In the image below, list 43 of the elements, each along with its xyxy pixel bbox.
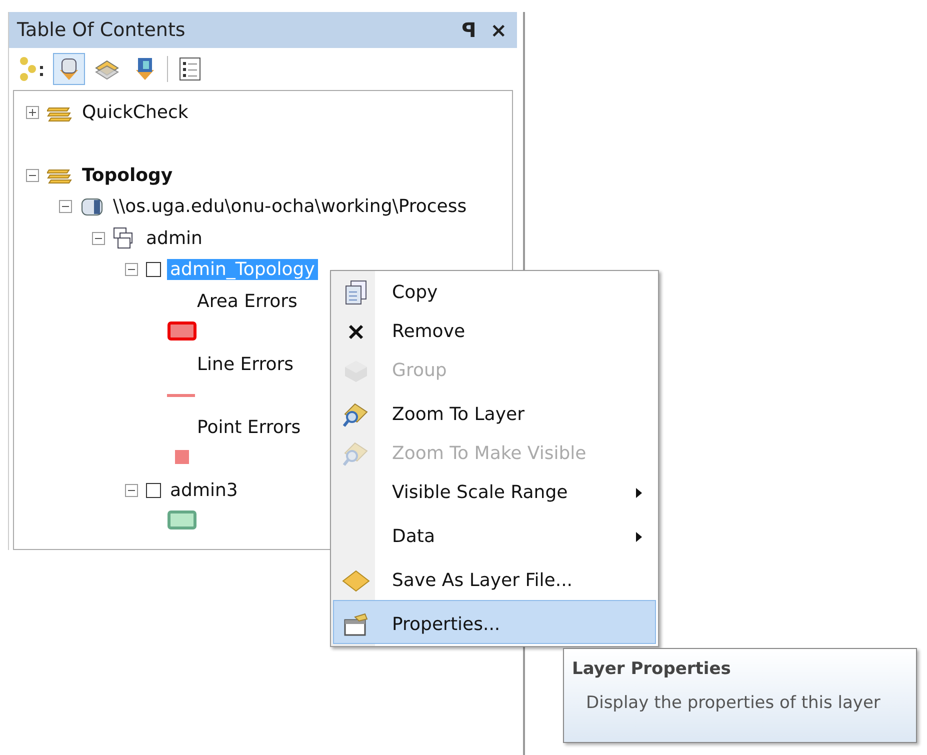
plus-icon <box>28 108 37 118</box>
pin-button[interactable]: ꟼ <box>460 18 478 42</box>
layer-select-icon <box>133 56 157 82</box>
collapse-toggle[interactable] <box>59 200 72 214</box>
menu-item[interactable]: Zoom To Layer <box>333 390 656 434</box>
magnifier-icon <box>343 440 369 466</box>
copy-icon <box>344 280 368 306</box>
layer-label[interactable]: Topology <box>79 164 176 186</box>
layer-label[interactable]: \\os.uga.edu\onu-ocha\working\Process <box>110 196 470 218</box>
diamond-icon <box>342 570 370 592</box>
close-button[interactable]: × <box>488 18 509 42</box>
collapse-toggle[interactable] <box>26 168 39 182</box>
database-icon <box>57 56 81 82</box>
layer-label[interactable]: QuickCheck <box>79 102 192 124</box>
layer-label[interactable]: admin3 <box>167 480 241 501</box>
legend-label: Line Errors <box>197 354 294 375</box>
window-icon <box>343 612 369 636</box>
toolbar-button[interactable] <box>53 53 85 85</box>
menu-item[interactable]: Visible Scale Range <box>333 473 656 512</box>
legend-label: Point Errors <box>197 416 301 438</box>
collapse-toggle[interactable] <box>125 263 138 276</box>
submenu-arrow-icon <box>635 530 643 542</box>
collapse-toggle[interactable] <box>125 484 138 497</box>
menu-item[interactable]: Properties... <box>333 600 656 644</box>
layer-checkbox[interactable] <box>146 482 161 498</box>
magnifier-icon <box>343 402 369 428</box>
list-options-icon <box>179 57 201 81</box>
menu-item[interactable]: Copy <box>333 273 656 312</box>
remove-icon <box>348 324 364 340</box>
panel-title: Table Of Contents <box>17 19 186 41</box>
database-icon <box>80 196 104 217</box>
expand-toggle[interactable] <box>26 106 39 120</box>
tooltip-text: Display the properties of this layer <box>585 693 882 713</box>
menu-item[interactable]: Save As Layer File... <box>333 556 656 600</box>
layer-label[interactable]: admin <box>143 228 206 249</box>
legend-label: Area Errors <box>197 290 298 312</box>
layers-tree-icon <box>18 56 44 82</box>
menu-item[interactable]: Remove <box>333 312 656 351</box>
layer-checkbox[interactable] <box>146 262 161 278</box>
tooltip-title: Layer Properties <box>572 659 732 679</box>
menu-item[interactable]: Data <box>333 512 656 556</box>
submenu-arrow-icon <box>635 486 643 498</box>
collapse-toggle[interactable] <box>92 232 105 245</box>
